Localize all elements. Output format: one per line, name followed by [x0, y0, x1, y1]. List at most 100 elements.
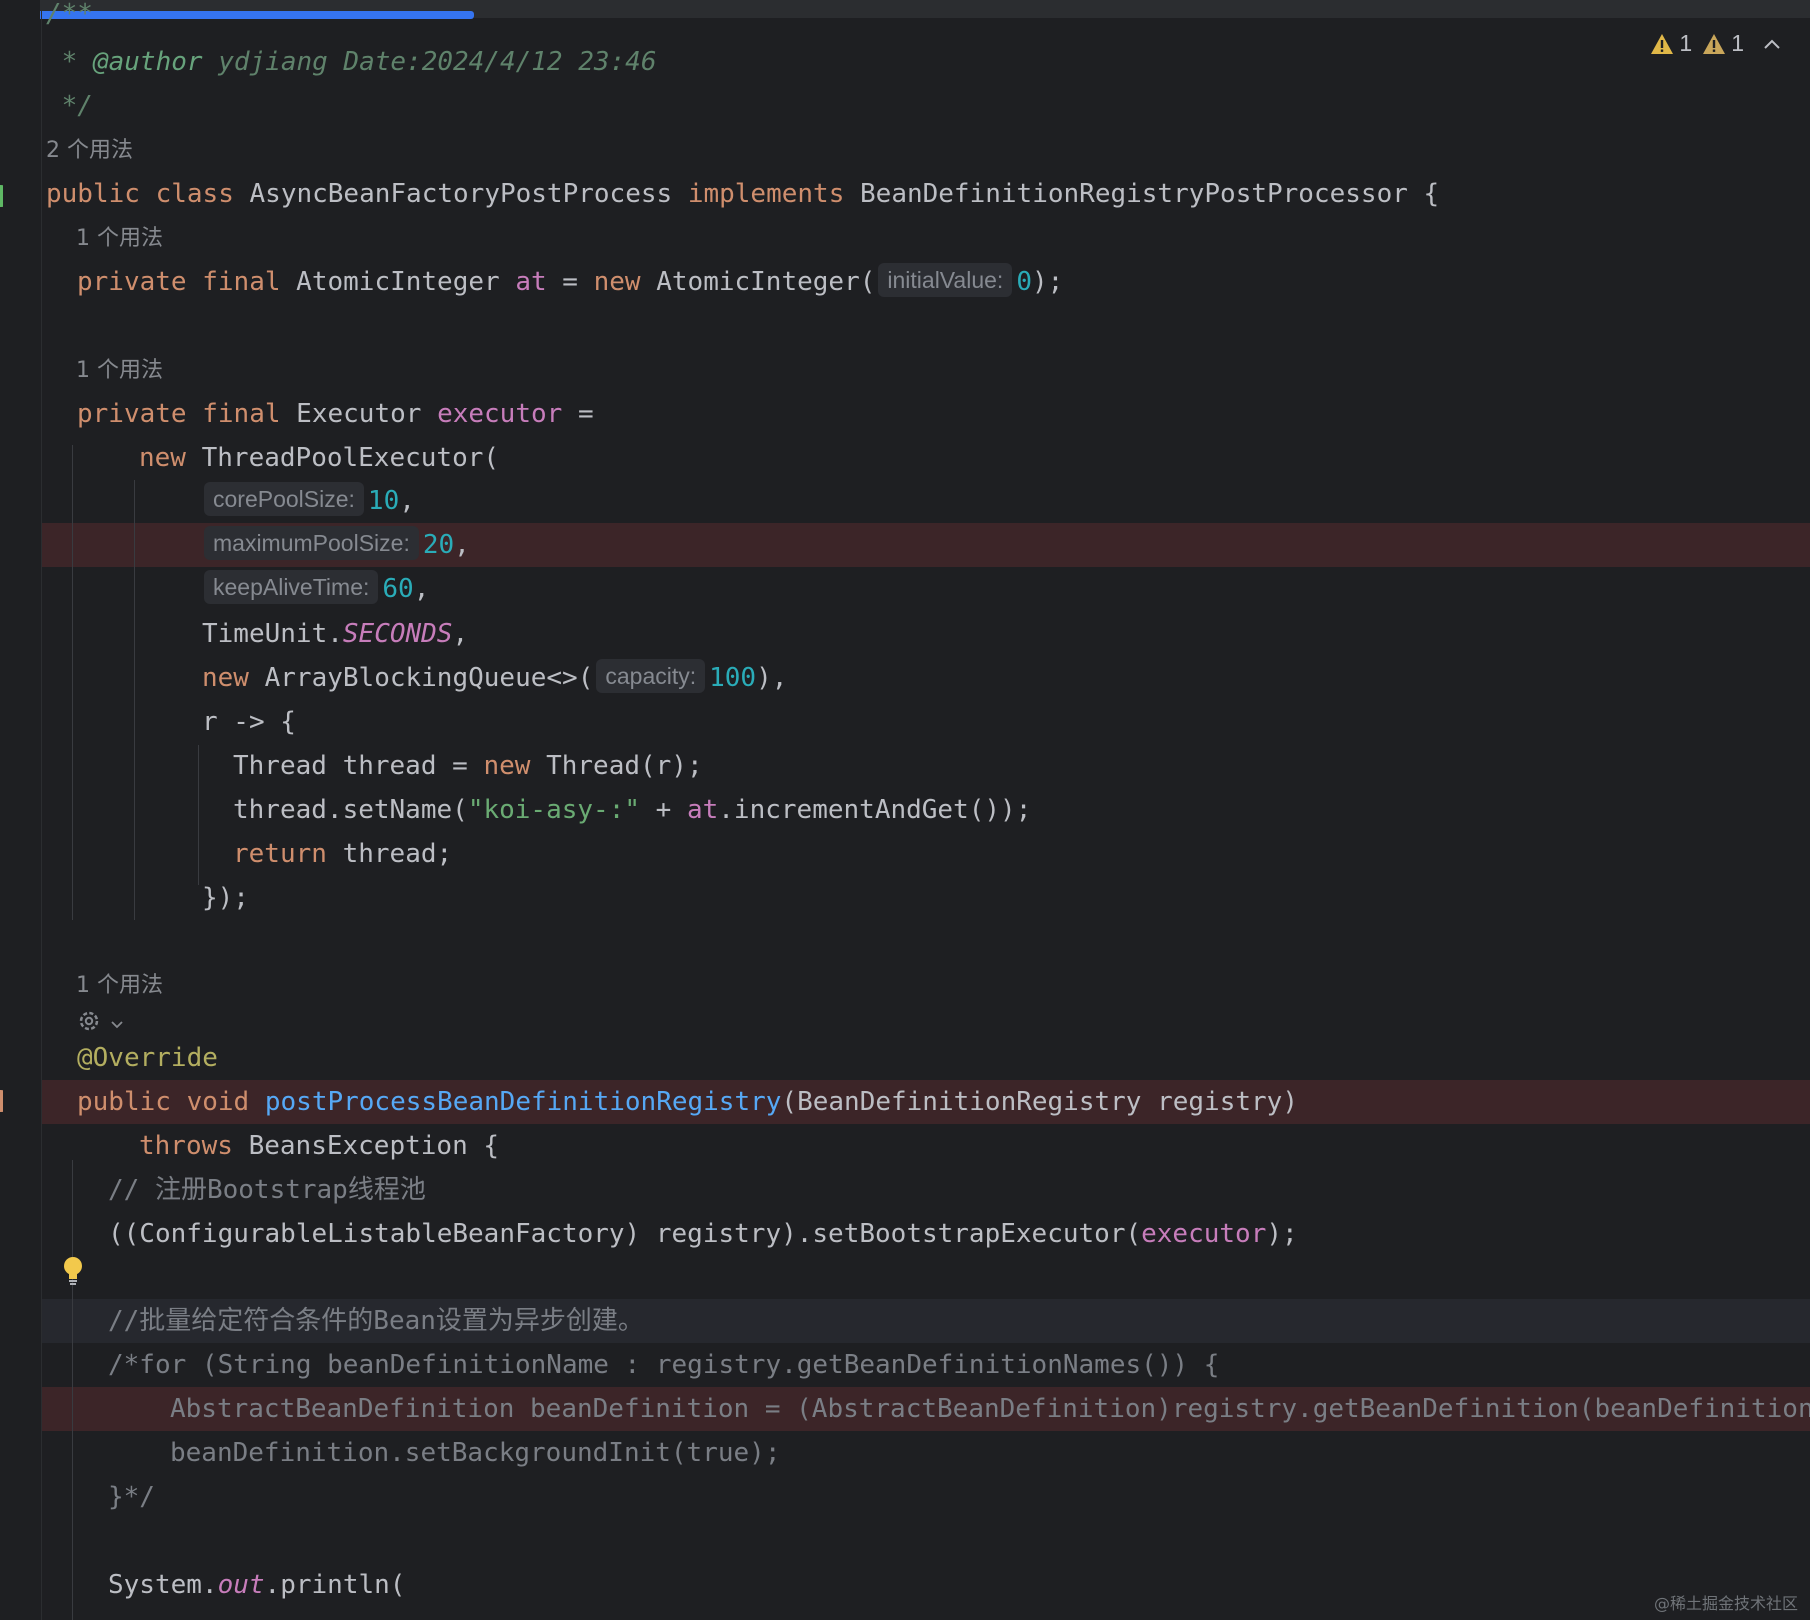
- constructor-call: AtomicInteger(: [656, 267, 876, 297]
- keyword-final: final: [202, 267, 281, 297]
- chevron-up-icon[interactable]: [1762, 37, 1782, 51]
- code-line[interactable]: corePoolSize: 10,: [201, 479, 415, 523]
- number-literal: 10: [367, 486, 400, 516]
- code-line[interactable]: AbstractBeanDefinition beanDefinition = …: [170, 1387, 1810, 1431]
- method-call: ((ConfigurableListableBeanFactory) regis…: [108, 1219, 1142, 1249]
- code-line[interactable]: * @author ydjiang Date:2024/4/12 23:46: [46, 40, 657, 84]
- method-call: thread.setName(: [233, 795, 468, 825]
- indent-guide: [72, 1160, 73, 1620]
- code-line[interactable]: // 注册Bootstrap线程池: [108, 1168, 426, 1212]
- keyword-class: class: [155, 179, 234, 209]
- gear-icon: [79, 1011, 99, 1031]
- field-executor: executor: [437, 399, 563, 429]
- line-comment: //批量给定符合条件的Bean设置为异步创建。: [108, 1306, 644, 1336]
- code-line[interactable]: return thread;: [233, 832, 452, 876]
- operator: =: [562, 399, 594, 429]
- method-actions[interactable]: [76, 1008, 124, 1038]
- block-comment: AbstractBeanDefinition beanDefinition = …: [170, 1394, 1810, 1424]
- doc-author-tag: @author: [92, 47, 203, 77]
- variable-declaration: Thread thread =: [233, 751, 484, 781]
- inspection-widget[interactable]: 1 1: [1650, 30, 1782, 57]
- doc-comment-close: */: [46, 91, 93, 121]
- keyword-final: final: [202, 399, 281, 429]
- code-line[interactable]: /**: [46, 0, 93, 36]
- code-line[interactable]: /*for (String beanDefinitionName : regis…: [108, 1343, 1219, 1387]
- code-line[interactable]: public class AsyncBeanFactoryPostProcess…: [46, 172, 1439, 216]
- code-line[interactable]: });: [202, 876, 249, 920]
- code-line[interactable]: private final AtomicInteger at = new Ato…: [77, 260, 1063, 304]
- usages-hint[interactable]: 1 个用法: [76, 224, 163, 254]
- intention-action[interactable]: [60, 1255, 86, 1291]
- class-name: AsyncBeanFactoryPostProcess: [249, 179, 673, 209]
- type-name: System.: [108, 1570, 218, 1600]
- punctuation: );: [1031, 267, 1064, 297]
- warning-count: 1: [1731, 30, 1744, 56]
- code-line[interactable]: public void postProcessBeanDefinitionReg…: [77, 1080, 1298, 1124]
- code-line[interactable]: }*/: [108, 1475, 155, 1519]
- usages-hint[interactable]: 1 个用法: [76, 971, 163, 1001]
- keyword-implements: implements: [687, 179, 845, 209]
- keyword-new: new: [483, 751, 531, 781]
- code-line[interactable]: */: [46, 84, 93, 128]
- code-line[interactable]: thread.setName("koi-asy-:" + at.incremen…: [233, 788, 1031, 832]
- code-line[interactable]: throws BeansException {: [139, 1124, 499, 1168]
- method-parameters: (BeanDefinitionRegistry registry): [781, 1087, 1298, 1117]
- usages-hint[interactable]: 1 个用法: [76, 356, 163, 386]
- keyword-void: void: [186, 1087, 250, 1117]
- punctuation: ,: [452, 619, 469, 649]
- lightbulb-icon: [64, 1257, 82, 1285]
- brace: {: [1423, 179, 1440, 209]
- punctuation: });: [202, 883, 249, 913]
- code-line[interactable]: new ArrayBlockingQueue<>(capacity: 100),: [202, 656, 787, 700]
- chevron-down-icon: [111, 1021, 123, 1029]
- gutter-divider: [41, 0, 42, 1620]
- code-line[interactable]: TimeUnit.SECONDS,: [202, 612, 468, 656]
- constructor-call: ThreadPoolExecutor(: [201, 443, 500, 473]
- throws-clause: BeansException {: [232, 1131, 500, 1161]
- code-line[interactable]: maximumPoolSize: 20,: [201, 523, 470, 567]
- number-literal: 100: [709, 663, 757, 693]
- code-line[interactable]: keepAliveTime: 60,: [201, 567, 429, 611]
- code-line[interactable]: beanDefinition.setBackgroundInit(true);: [170, 1431, 780, 1475]
- code-line[interactable]: //批量给定符合条件的Bean设置为异步创建。: [108, 1299, 644, 1343]
- return-value: thread;: [326, 839, 453, 869]
- method-name: postProcessBeanDefinitionRegistry: [264, 1087, 782, 1117]
- doc-comment-open: /**: [46, 0, 93, 29]
- code-line[interactable]: System.out.println(: [108, 1563, 405, 1607]
- number-literal: 0: [1016, 267, 1032, 297]
- field-executor: executor: [1141, 1219, 1267, 1249]
- annotation-override: @Override: [77, 1043, 218, 1073]
- doc-author-value: ydjiang Date:2024/4/12 23:46: [202, 47, 657, 77]
- parameter-hint: keepAliveTime:: [204, 570, 379, 604]
- code-line[interactable]: r -> {: [202, 700, 296, 744]
- lambda-expression: r -> {: [202, 707, 296, 737]
- warning-indicator[interactable]: 1: [1650, 30, 1692, 57]
- code-line[interactable]: new ThreadPoolExecutor(: [139, 436, 499, 480]
- keyword-private: private: [77, 267, 187, 297]
- keyword-new: new: [202, 663, 249, 693]
- parameter-hint: initialValue:: [878, 263, 1013, 297]
- interface-name: BeanDefinitionRegistryPostProcessor: [860, 179, 1408, 209]
- usages-hint[interactable]: 2 个用法: [46, 136, 133, 166]
- field-at: at: [686, 795, 719, 825]
- type-name: TimeUnit.: [202, 619, 343, 649]
- static-field: out: [217, 1570, 265, 1600]
- field-at: at: [515, 267, 547, 297]
- code-editor[interactable]: 1 1 /** * @author ydjiang Date:2024/4/12…: [0, 0, 1810, 1620]
- code-line[interactable]: @Override: [77, 1036, 218, 1080]
- indent-guide: [134, 480, 135, 920]
- code-line[interactable]: Thread thread = new Thread(r);: [233, 744, 703, 788]
- constructor-call: ArrayBlockingQueue<>(: [264, 663, 594, 693]
- parameter-hint: maximumPoolSize:: [204, 526, 419, 560]
- code-line[interactable]: ((ConfigurableListableBeanFactory) regis…: [108, 1212, 1298, 1256]
- block-comment: /*for (String beanDefinitionName : regis…: [108, 1350, 1220, 1380]
- type-name: Executor: [296, 399, 422, 429]
- block-comment: beanDefinition.setBackgroundInit(true);: [170, 1438, 781, 1468]
- line-comment: // 注册Bootstrap线程池: [108, 1175, 426, 1205]
- keyword-public: public: [46, 179, 140, 209]
- punctuation: );: [1266, 1219, 1298, 1249]
- weak-warning-indicator[interactable]: 1: [1702, 30, 1744, 57]
- number-literal: 20: [422, 530, 455, 560]
- keyword-throws: throws: [139, 1131, 233, 1161]
- code-line[interactable]: private final Executor executor =: [77, 392, 594, 436]
